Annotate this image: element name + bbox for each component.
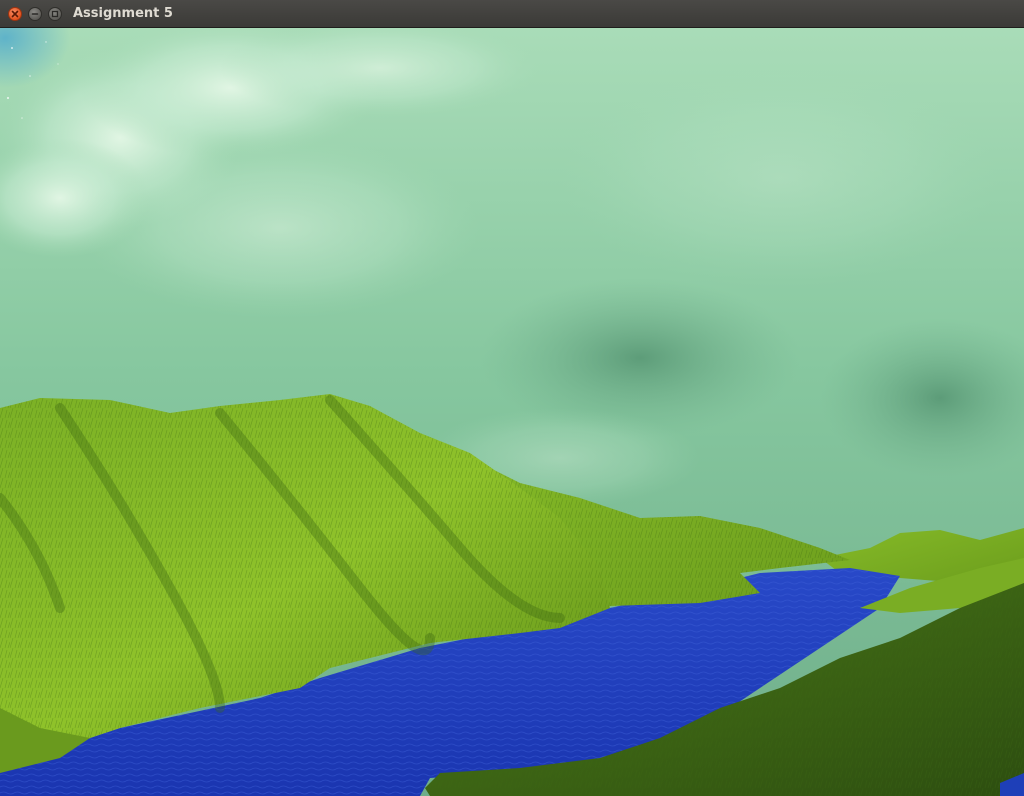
maximize-icon [51,10,59,18]
minimize-icon [31,13,39,15]
application-window: Assignment 5 [0,0,1024,796]
title-bar[interactable]: Assignment 5 [0,0,1024,28]
minimize-button[interactable] [28,7,42,21]
maximize-button[interactable] [48,7,62,21]
window-title: Assignment 5 [73,6,173,21]
terrain-scene [0,28,1024,796]
close-icon [11,10,19,18]
close-button[interactable] [8,7,22,21]
opengl-viewport[interactable] [0,28,1024,796]
